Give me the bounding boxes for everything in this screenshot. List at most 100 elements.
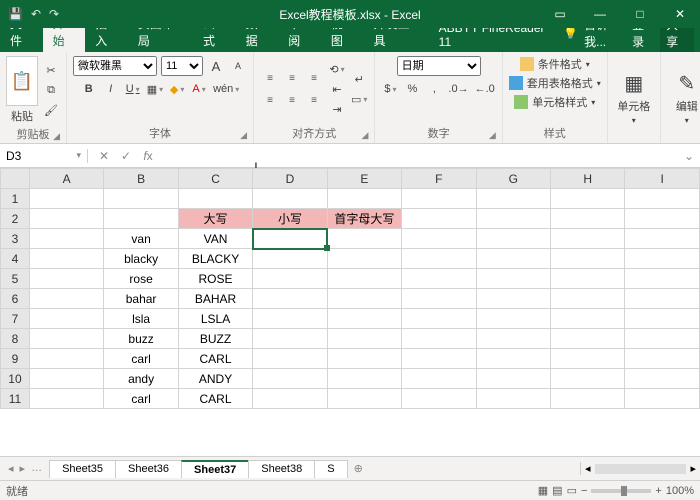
cell-D11[interactable] <box>253 389 327 409</box>
cell-I3[interactable] <box>625 229 700 249</box>
undo-icon[interactable]: ↶ <box>31 7 41 21</box>
currency-icon[interactable]: $ <box>381 80 399 98</box>
underline-button[interactable]: U <box>124 80 142 98</box>
cancel-formula-icon[interactable]: ✕ <box>96 149 112 163</box>
cell-A11[interactable] <box>29 389 103 409</box>
cell-G8[interactable] <box>476 329 550 349</box>
launcher-clipboard[interactable]: ◢ <box>53 131 60 142</box>
sheet-nav-first-icon[interactable]: ◂ <box>8 462 14 475</box>
cell-C3[interactable]: VAN <box>178 229 252 249</box>
cell-B10[interactable]: andy <box>104 369 178 389</box>
redo-icon[interactable]: ↷ <box>49 7 59 21</box>
align-right[interactable]: ≡ <box>304 91 324 111</box>
row-header-2[interactable]: 2 <box>1 209 30 229</box>
cell-I6[interactable] <box>625 289 700 309</box>
col-header-H[interactable]: H <box>551 169 625 189</box>
cell-F11[interactable] <box>402 389 476 409</box>
select-all-corner[interactable] <box>1 169 30 189</box>
cell-E4[interactable] <box>327 249 401 269</box>
cell-D9[interactable] <box>253 349 327 369</box>
minimize-icon[interactable]: — <box>580 0 620 28</box>
cell-B6[interactable]: bahar <box>104 289 178 309</box>
grow-font-icon[interactable]: A <box>207 57 225 75</box>
cell-G9[interactable] <box>476 349 550 369</box>
cell-H4[interactable] <box>551 249 625 269</box>
inc-decimal-icon[interactable]: .0→ <box>447 80 469 98</box>
zoom-out-icon[interactable]: − <box>581 485 587 497</box>
cell-F6[interactable] <box>402 289 476 309</box>
view-layout-icon[interactable]: ▤ <box>552 484 562 497</box>
view-break-icon[interactable]: ▭ <box>567 484 577 497</box>
cell-G7[interactable] <box>476 309 550 329</box>
cell-I7[interactable] <box>625 309 700 329</box>
cell-B9[interactable]: carl <box>104 349 178 369</box>
row-header-1[interactable]: 1 <box>1 189 30 209</box>
cell-F2[interactable] <box>402 209 476 229</box>
launcher-number[interactable]: ◢ <box>489 130 496 141</box>
cell-H3[interactable] <box>551 229 625 249</box>
bold-button[interactable]: B <box>80 80 98 98</box>
border-icon[interactable]: ▦ <box>146 80 164 98</box>
cell-B2[interactable] <box>104 209 178 229</box>
phonetic-icon[interactable]: wén <box>212 80 240 98</box>
cell-E11[interactable] <box>327 389 401 409</box>
hscroll-track[interactable] <box>595 464 687 474</box>
col-header-D[interactable]: D <box>253 169 327 189</box>
cell-C9[interactable]: CARL <box>178 349 252 369</box>
cell-B11[interactable]: carl <box>104 389 178 409</box>
cell-I8[interactable] <box>625 329 700 349</box>
cell-F5[interactable] <box>402 269 476 289</box>
font-color-icon[interactable]: A <box>190 80 208 98</box>
cell-F4[interactable] <box>402 249 476 269</box>
align-middle[interactable]: ≡ <box>282 69 302 89</box>
cond-format-button[interactable]: 条件格式▾ <box>520 56 590 72</box>
italic-button[interactable]: I <box>102 80 120 98</box>
cell-I1[interactable] <box>625 189 700 209</box>
cell-G4[interactable] <box>476 249 550 269</box>
cells-button[interactable]: ▦单元格▾ <box>614 71 654 125</box>
cell-H2[interactable] <box>551 209 625 229</box>
col-header-I[interactable]: I <box>625 169 700 189</box>
font-name-select[interactable]: 微软雅黑 <box>73 56 157 76</box>
tellme-icon[interactable]: 💡 <box>563 26 578 40</box>
row-header-10[interactable]: 10 <box>1 369 30 389</box>
ribbon-options-icon[interactable]: ▭ <box>540 0 580 28</box>
sheet-tab-S[interactable]: S <box>314 460 347 478</box>
col-header-E[interactable]: E <box>327 169 401 189</box>
cell-F8[interactable] <box>402 329 476 349</box>
cell-D10[interactable] <box>253 369 327 389</box>
cell-F1[interactable] <box>402 189 476 209</box>
cell-D1[interactable] <box>253 189 327 209</box>
cell-C7[interactable]: LSLA <box>178 309 252 329</box>
sheet-nav-last-icon[interactable]: ▸ <box>20 462 26 475</box>
cell-A9[interactable] <box>29 349 103 369</box>
cell-C6[interactable]: BAHAR <box>178 289 252 309</box>
fx-icon[interactable]: fx <box>140 149 156 163</box>
cell-B7[interactable]: lsla <box>104 309 178 329</box>
view-normal-icon[interactable]: ▦ <box>538 484 548 497</box>
zoom-value[interactable]: 100% <box>666 485 694 497</box>
cell-D3[interactable] <box>253 229 327 249</box>
fill-color-icon[interactable]: ◆ <box>168 80 186 98</box>
cell-I4[interactable] <box>625 249 700 269</box>
cell-B1[interactable] <box>104 189 178 209</box>
row-header-4[interactable]: 4 <box>1 249 30 269</box>
cell-A10[interactable] <box>29 369 103 389</box>
cell-B5[interactable]: rose <box>104 269 178 289</box>
zoom-slider[interactable] <box>591 489 651 493</box>
align-center[interactable]: ≡ <box>282 91 302 111</box>
comma-icon[interactable]: , <box>425 80 443 98</box>
cell-H5[interactable] <box>551 269 625 289</box>
shrink-font-icon[interactable]: A <box>229 57 247 75</box>
cell-A1[interactable] <box>29 189 103 209</box>
name-box[interactable]: D3▾ <box>0 149 88 163</box>
cell-B4[interactable]: blacky <box>104 249 178 269</box>
row-header-3[interactable]: 3 <box>1 229 30 249</box>
cell-G6[interactable] <box>476 289 550 309</box>
cell-D2[interactable]: 小写 <box>253 209 327 229</box>
format-painter-icon[interactable]: 🖌 <box>42 101 60 119</box>
orientation-icon[interactable]: ⟲ <box>328 61 346 79</box>
cell-F9[interactable] <box>402 349 476 369</box>
wrap-text-icon[interactable]: ↵ <box>350 71 368 89</box>
indent-inc-icon[interactable]: ⇥ <box>328 101 346 119</box>
